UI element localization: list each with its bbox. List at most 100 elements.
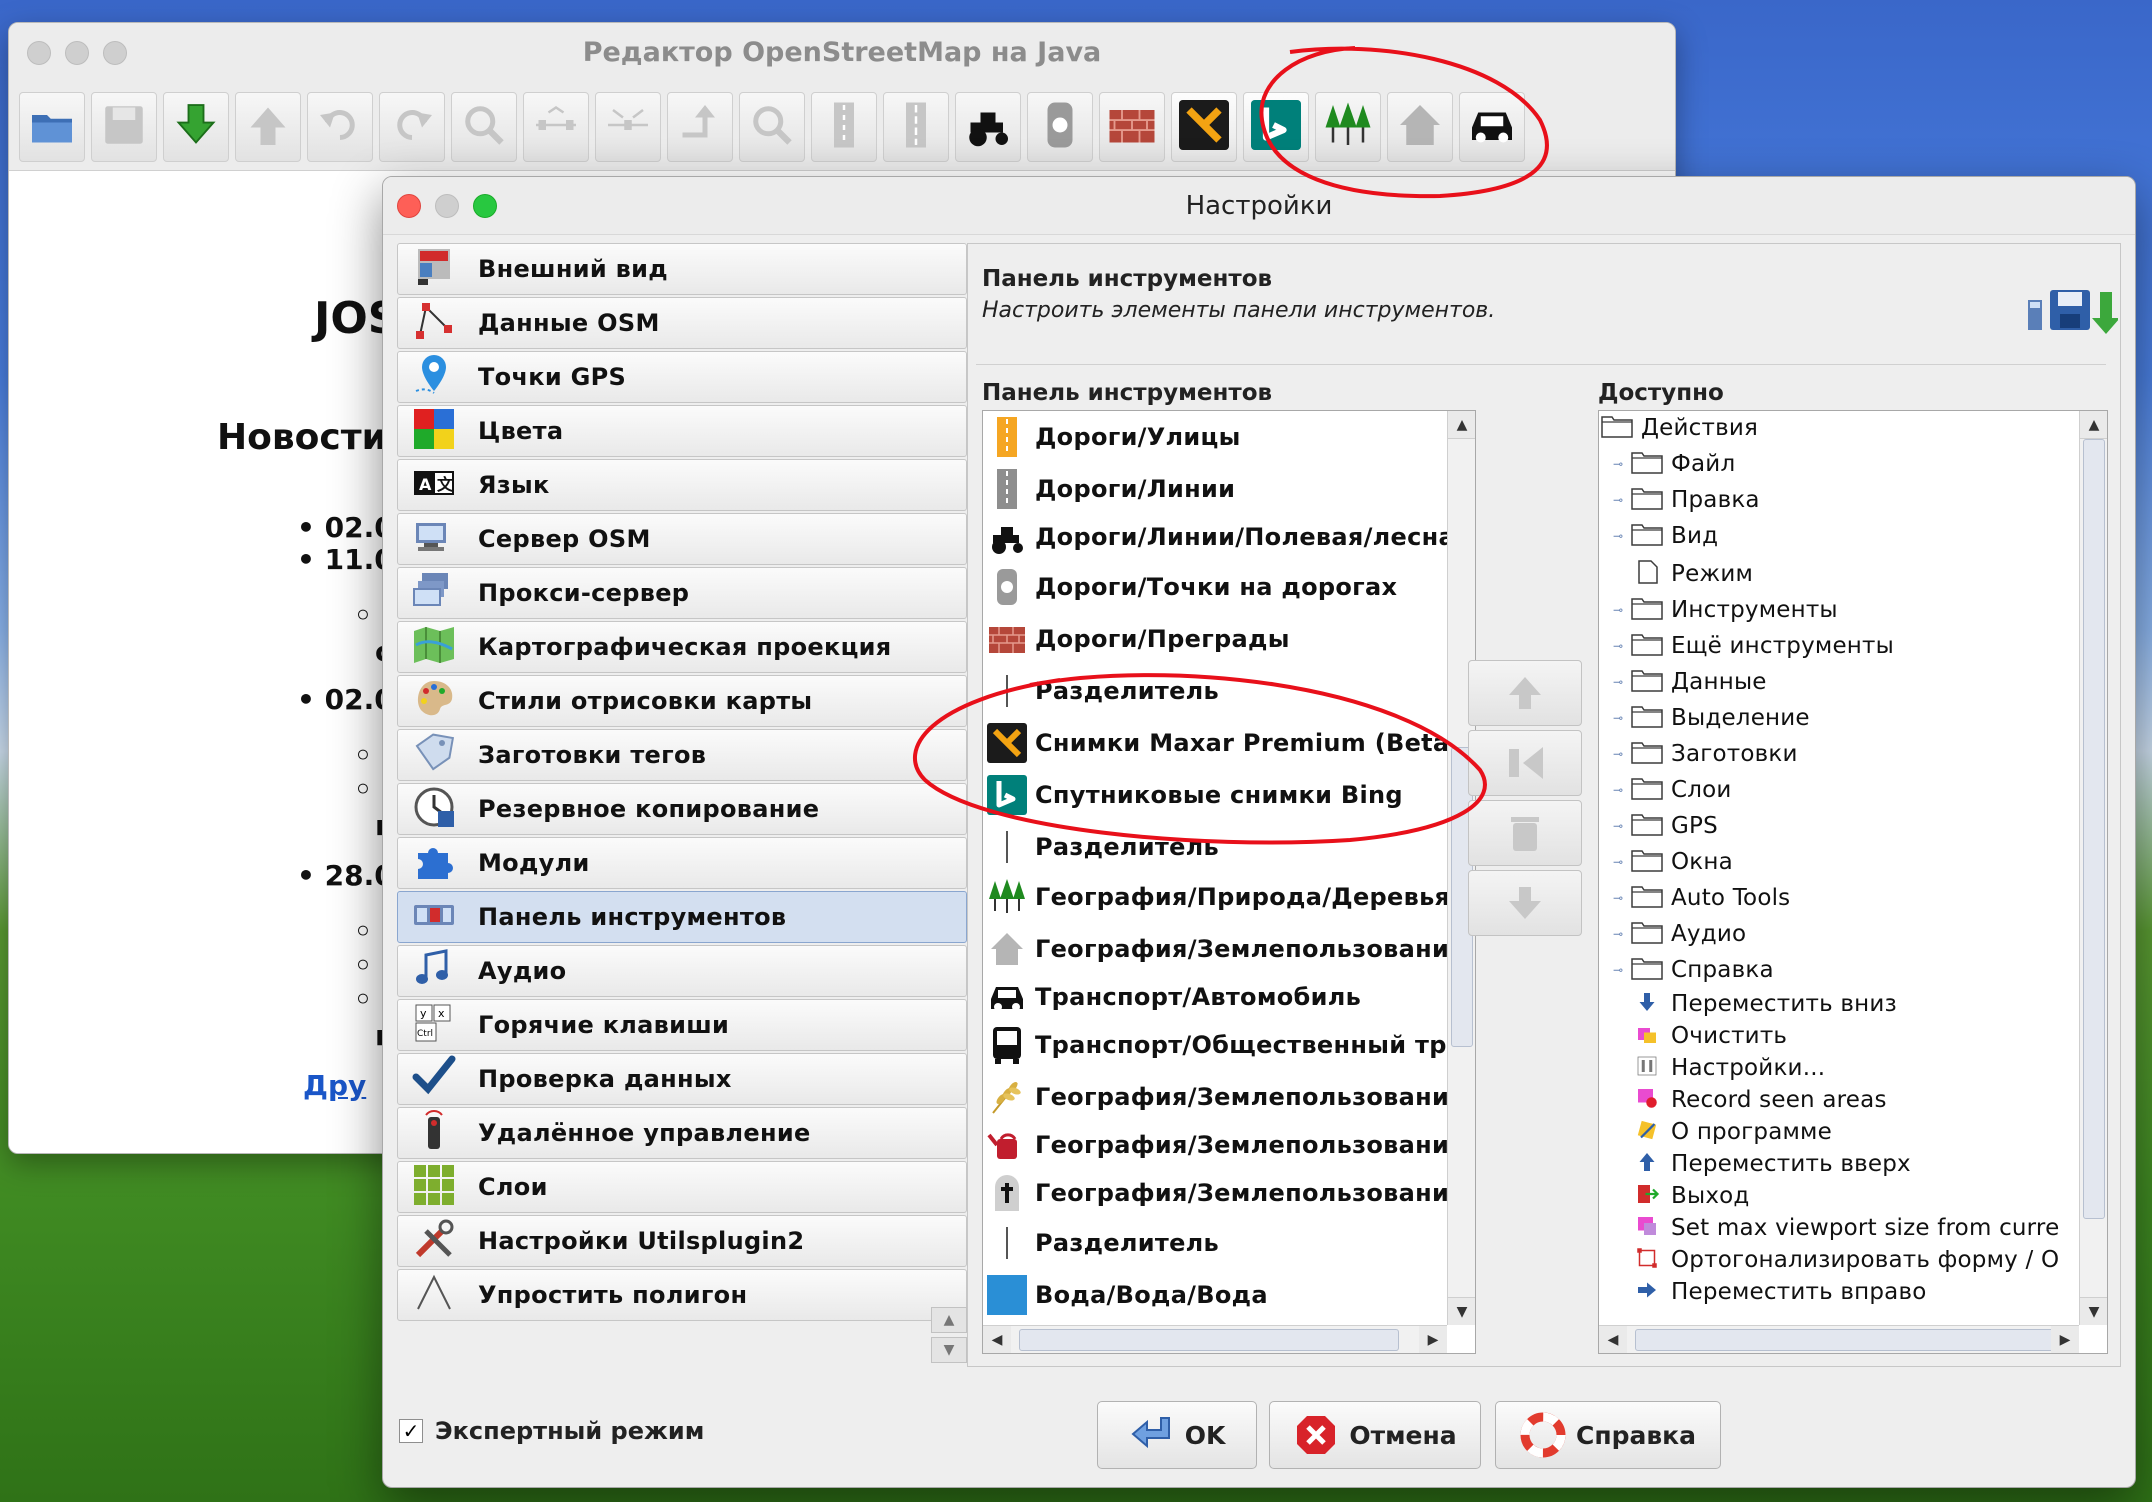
tab-backup[interactable]: Резервное копирование	[397, 783, 967, 835]
tab-palette[interactable]: Стили отрисовки карты	[397, 675, 967, 727]
help-button[interactable]: Справка	[1495, 1401, 1721, 1469]
toolbar-item[interactable]: Дороги/Улицы	[983, 413, 1443, 461]
cancel-button[interactable]: Отмена	[1269, 1401, 1481, 1469]
toolbar-item[interactable]: Дороги/Преграды	[983, 615, 1443, 663]
expand-handle-icon[interactable]: ⊸	[1613, 603, 1631, 617]
tree-folder-node[interactable]: ⊸ Данные	[1613, 666, 1767, 698]
expand-handle-icon[interactable]: ⊸	[1613, 493, 1631, 507]
scroll-up-arrow[interactable]: ▲	[2080, 411, 2107, 439]
expand-handle-icon[interactable]: ⊸	[1613, 819, 1631, 833]
scroll-left-arrow[interactable]: ◀	[983, 1326, 1011, 1353]
road-toolbar-button[interactable]	[811, 91, 877, 162]
expand-handle-icon[interactable]: ⊸	[1613, 457, 1631, 471]
expand-handle-icon[interactable]: ⊸	[1613, 891, 1631, 905]
tab-shortcuts[interactable]: y x Ctrl Горячие клавиши	[397, 999, 967, 1051]
tab-osm-data[interactable]: Данные OSM	[397, 297, 967, 349]
tab-appearance[interactable]: Внешний вид	[397, 243, 967, 295]
tree-action-node[interactable]: Очистить	[1613, 1020, 1787, 1052]
search-toolbar-button[interactable]	[739, 91, 805, 162]
expand-handle-icon[interactable]: ⊸	[1613, 927, 1631, 941]
move-down-button[interactable]	[1468, 870, 1582, 936]
tab-validation[interactable]: Проверка данных	[397, 1053, 967, 1105]
toolbar-item[interactable]: География/Землепользование/	[983, 1073, 1474, 1121]
tree-action-node[interactable]: О программе	[1613, 1116, 1832, 1148]
tree-folder-node[interactable]: ⊸ Слои	[1613, 774, 1732, 806]
tab-language[interactable]: A 文 Язык	[397, 459, 967, 511]
road-lines-toolbar-button[interactable]	[883, 91, 949, 162]
scroll-up-arrow[interactable]: ▲	[931, 1307, 967, 1333]
toolbar-item[interactable]: Транспорт/Общественный тран	[983, 1021, 1475, 1069]
expert-mode-checkbox[interactable]: ✓ Экспертный режим	[399, 1417, 704, 1445]
scroll-up-arrow[interactable]: ▲	[1448, 411, 1475, 439]
tree-action-node[interactable]: Переместить вверх	[1613, 1148, 1911, 1180]
tab-server[interactable]: Сервер OSM	[397, 513, 967, 565]
tractor-toolbar-button[interactable]	[955, 91, 1021, 162]
merge-toolbar-button[interactable]	[595, 91, 661, 162]
tree-folder-node[interactable]: ⊸ Аудио	[1613, 918, 1746, 950]
tree-folder-node[interactable]: Действия	[1601, 412, 1758, 444]
scroll-down-arrow[interactable]: ▼	[1448, 1297, 1475, 1325]
barrier-toolbar-button[interactable]	[1099, 91, 1165, 162]
available-actions-tree[interactable]: Действия ⊸ Файл ⊸ Правка ⊸ Вид Режим ⊸ Инструмент…	[1598, 410, 2108, 1354]
tree-folder-node[interactable]: ⊸ Заготовки	[1613, 738, 1798, 770]
scroll-left-arrow[interactable]: ◀	[1599, 1326, 1627, 1353]
tab-remote[interactable]: Удалённое управление	[397, 1107, 967, 1159]
maxar-toolbar-button[interactable]	[1171, 91, 1237, 162]
reverse-toolbar-button[interactable]	[667, 91, 733, 162]
move-up-button[interactable]	[1468, 660, 1582, 726]
horizontal-scrollbar[interactable]: ◀ ▶	[983, 1325, 1447, 1353]
expand-handle-icon[interactable]: ⊸	[1613, 783, 1631, 797]
tree-folder-node[interactable]: ⊸ GPS	[1613, 810, 1718, 842]
scroll-right-arrow[interactable]: ▶	[1419, 1326, 1447, 1353]
tab-layers[interactable]: Слои	[397, 1161, 967, 1213]
expand-handle-icon[interactable]: ⊸	[1613, 963, 1631, 977]
toolbar-separator-item[interactable]: Разделитель	[983, 667, 1443, 715]
toolbar-item[interactable]: Дороги/Точки на дорогах	[983, 563, 1443, 611]
tab-toolbar[interactable]: Панель инструментов	[397, 891, 967, 943]
zoom-toolbar-button[interactable]	[451, 91, 517, 162]
tab-tools[interactable]: Настройки Utilsplugin2	[397, 1215, 967, 1267]
tab-gps-pin[interactable]: Точки GPS	[397, 351, 967, 403]
tree-folder-node[interactable]: ⊸ Инструменты	[1613, 594, 1838, 626]
tab-proxy[interactable]: Прокси-сервер	[397, 567, 967, 619]
tree-folder-node[interactable]: ⊸ Правка	[1613, 484, 1760, 516]
toolbar-item[interactable]: География/Землепользование/К	[983, 1169, 1475, 1217]
toolbar-item[interactable]: География/Землепользование/	[983, 1121, 1474, 1169]
toolbar-item[interactable]: География/Землепользование/Ж	[983, 925, 1475, 973]
undo-toolbar-button[interactable]	[307, 91, 373, 162]
tree-action-node[interactable]: Переместить вправо	[1613, 1276, 1926, 1308]
tree-folder-node[interactable]: ⊸ Вид	[1613, 520, 1718, 552]
scroll-thumb[interactable]	[1635, 1329, 2055, 1351]
expand-handle-icon[interactable]: ⊸	[1613, 529, 1631, 543]
toolbar-separator-item[interactable]: Разделитель	[983, 823, 1443, 871]
expand-handle-icon[interactable]: ⊸	[1613, 639, 1631, 653]
tree-folder-node[interactable]: ⊸ Выделение	[1613, 702, 1810, 734]
tree-folder-node[interactable]: ⊸ Файл	[1613, 448, 1735, 480]
tree-action-node[interactable]: Record seen areas	[1613, 1084, 1887, 1116]
tree-folder-node[interactable]: ⊸ Ещё инструменты	[1613, 630, 1894, 662]
tree-folder-node[interactable]: ⊸ Справка	[1613, 954, 1774, 986]
upload-toolbar-button[interactable]	[235, 91, 301, 162]
tree-action-node[interactable]: Настройки...	[1613, 1052, 1825, 1084]
tab-projection[interactable]: Картографическая проекция	[397, 621, 967, 673]
toolbar-item[interactable]: Спутниковые снимки Bing	[983, 771, 1443, 819]
toolbar-item[interactable]: Дороги/Линии/Полевая/лесная	[983, 513, 1470, 561]
toolbar-item[interactable]: Вода/Вода/Вода	[983, 1271, 1443, 1319]
checkbox-box[interactable]: ✓	[399, 1419, 423, 1443]
traffic-light-toolbar-button[interactable]	[1027, 91, 1093, 162]
tree-action-node[interactable]: Set max viewport size from curre	[1613, 1212, 2059, 1244]
vertical-scrollbar[interactable]: ▲ ▼	[1447, 411, 1475, 1325]
tree-folder-node[interactable]: ⊸ Окна	[1613, 846, 1733, 878]
scroll-down-arrow[interactable]: ▼	[2080, 1297, 2107, 1325]
bing-toolbar-button[interactable]	[1243, 91, 1309, 162]
expand-handle-icon[interactable]: ⊸	[1613, 747, 1631, 761]
toolbar-item[interactable]: География/Природа/Деревья	[983, 873, 1450, 921]
ok-button[interactable]: OK	[1097, 1401, 1257, 1469]
tab-colors[interactable]: Цвета	[397, 405, 967, 457]
open-toolbar-button[interactable]	[19, 91, 85, 162]
redo-toolbar-button[interactable]	[379, 91, 445, 162]
trees-toolbar-button[interactable]	[1315, 91, 1381, 162]
toolbar-item[interactable]: Снимки Maxar Premium (Beta)	[983, 719, 1460, 767]
delete-button[interactable]	[1468, 800, 1582, 866]
scroll-right-arrow[interactable]: ▶	[2051, 1326, 2079, 1353]
